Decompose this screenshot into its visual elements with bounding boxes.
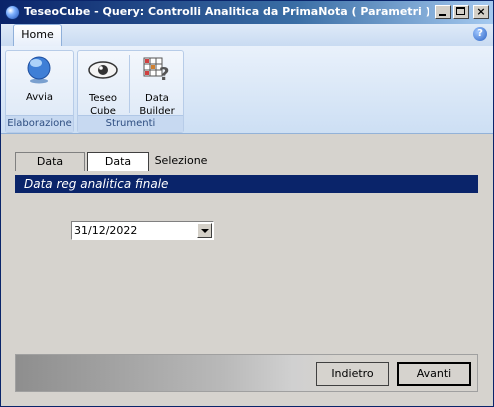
data-builder-button[interactable]: ? Data Builder: [132, 51, 182, 117]
back-button[interactable]: Indietro: [316, 362, 389, 386]
tab-data-finale[interactable]: Data finale: [87, 152, 149, 186]
dropdown-button[interactable]: [197, 223, 212, 238]
eye-icon: [88, 61, 118, 79]
teseo-cube-button[interactable]: Teseo Cube: [80, 51, 126, 117]
date-value: 31/12/2022: [74, 224, 138, 237]
tab-home[interactable]: Home: [13, 24, 62, 47]
section-header: Data reg analitica finale: [15, 175, 478, 193]
close-icon: ×: [476, 5, 486, 18]
tab-selezione[interactable]: Selezione: [151, 152, 211, 171]
tab-data-iniziale[interactable]: Data iniziale: [15, 152, 85, 186]
group-label-strumenti: Strumenti: [78, 115, 183, 132]
ribbon-tabstrip: [1, 24, 493, 47]
app-globe-icon: [5, 5, 20, 20]
group-separator: [129, 55, 130, 113]
window-title: TeseoCube - Query: Controlli Analitica d…: [24, 5, 429, 18]
group-label-elaborazione: Elaborazione: [6, 115, 73, 132]
maximize-icon: [456, 7, 465, 15]
minimize-icon: [439, 14, 446, 16]
close-button[interactable]: ×: [473, 5, 489, 19]
help-icon[interactable]: ?: [473, 27, 487, 41]
svg-text:?: ?: [159, 64, 169, 84]
ribbon: Avvia Elaborazione Teseo Cube ? Data Bui…: [1, 46, 493, 134]
date-combobox[interactable]: 31/12/2022: [71, 221, 214, 240]
chevron-down-icon: [201, 229, 209, 233]
minimize-button[interactable]: [435, 5, 451, 19]
globe-icon: [27, 56, 51, 84]
avvia-button[interactable]: Avvia: [6, 51, 73, 115]
avvia-label: Avvia: [26, 92, 53, 103]
ribbon-group-elaborazione: Avvia Elaborazione: [5, 50, 74, 133]
ribbon-group-strumenti: Teseo Cube ? Data Builder Strumenti: [77, 50, 184, 133]
maximize-button[interactable]: [453, 5, 469, 19]
title-bar[interactable]: TeseoCube - Query: Controlli Analitica d…: [1, 1, 493, 24]
footer-bar: Indietro Avanti: [15, 354, 478, 392]
grid-question-icon: ?: [143, 57, 169, 84]
next-button[interactable]: Avanti: [397, 362, 471, 386]
app-window: TeseoCube - Query: Controlli Analitica d…: [0, 0, 494, 407]
